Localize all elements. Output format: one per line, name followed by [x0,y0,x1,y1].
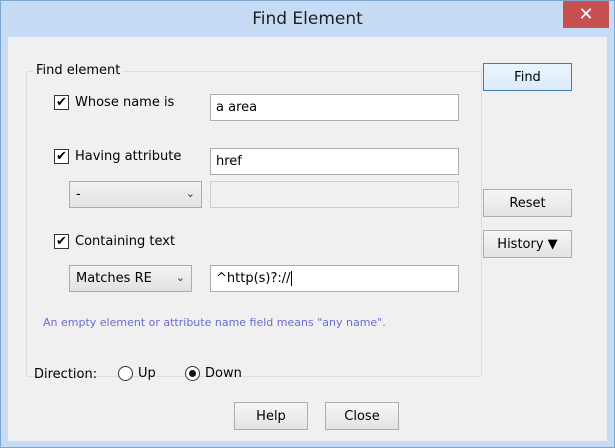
find-element-group: Find element ✔ Whose name is a area ✔ Ha… [26,63,482,377]
having-attribute-checkbox[interactable]: ✔ Having attribute [54,149,181,164]
close-button[interactable]: Close [325,402,399,430]
direction-up-label: Up [138,366,156,381]
direction-label: Direction: [34,367,98,382]
whose-name-checkbox[interactable]: ✔ Whose name is [54,95,174,110]
direction-up-radio[interactable]: Up [118,366,156,381]
whose-name-label: Whose name is [75,95,175,110]
radio-dot [189,370,196,377]
attribute-operator-value: - [76,187,81,202]
close-window-button[interactable]: ✕ [563,1,609,28]
element-name-input[interactable]: a area [210,94,459,121]
containing-text-checkbox[interactable]: ✔ Containing text [54,234,175,249]
text-operator-value: Matches RE [76,271,152,286]
empty-name-hint: An empty element or attribute name field… [43,316,386,329]
attribute-name-input[interactable]: href [210,148,459,175]
attribute-value-input[interactable] [210,181,459,208]
check-icon: ✔ [54,149,69,164]
history-button[interactable]: History ▼ [483,230,572,258]
text-operator-select[interactable]: Matches RE ⌄ [69,265,192,292]
check-icon: ✔ [54,234,69,249]
text-caret [290,271,292,286]
dialog-title: Find Element [252,9,363,29]
having-attribute-label: Having attribute [75,149,182,164]
attribute-operator-select[interactable]: - ⌄ [69,181,202,208]
close-icon: ✕ [578,4,594,25]
radio-unchecked-icon [118,366,133,381]
check-icon: ✔ [54,95,69,110]
text-pattern-value: ^http(s)?:// [216,271,291,286]
find-button[interactable]: Find [483,63,572,91]
group-legend: Find element [33,63,124,78]
containing-text-label: Containing text [75,234,176,249]
direction-down-label: Down [205,366,242,381]
chevron-down-icon: ⌄ [175,271,185,284]
help-button[interactable]: Help [234,402,308,430]
find-element-dialog: Find Element ✕ Find element ✔ Whose name… [0,0,615,448]
dialog-client-area: Find element ✔ Whose name is a area ✔ Ha… [8,37,607,441]
title-bar[interactable]: Find Element ✕ [1,1,614,37]
reset-button[interactable]: Reset [483,189,572,217]
text-pattern-input[interactable]: ^http(s)?:// [210,265,459,292]
radio-checked-icon [185,366,200,381]
chevron-down-icon: ⌄ [185,187,195,200]
direction-down-radio[interactable]: Down [185,366,242,381]
